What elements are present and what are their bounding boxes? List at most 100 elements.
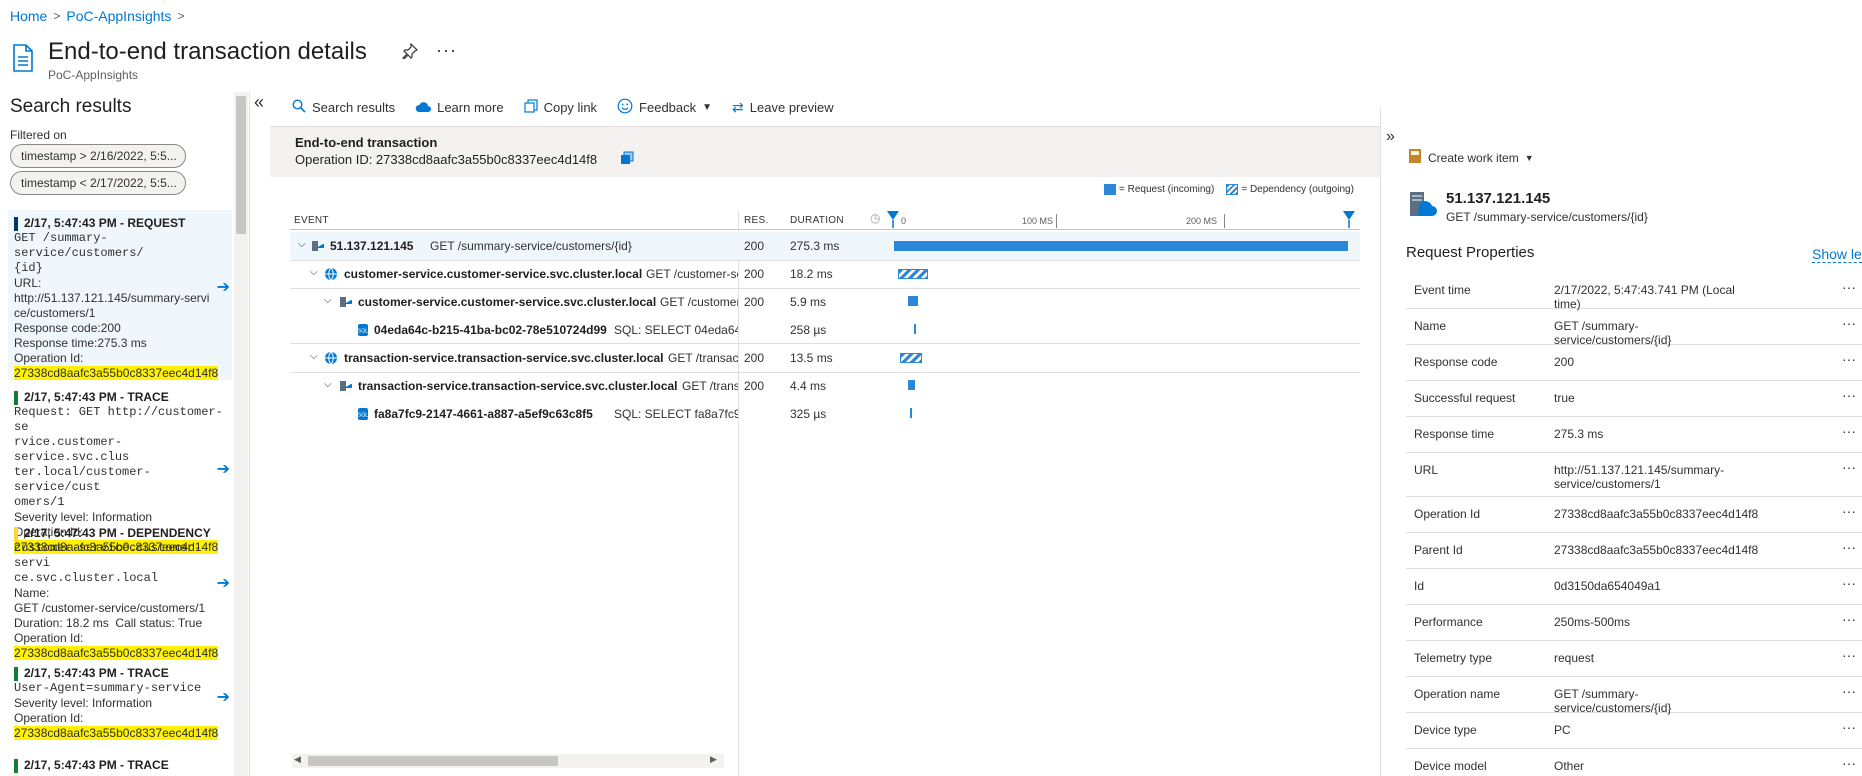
property-key: Device type (1414, 723, 1477, 737)
transaction-row[interactable]: SQL fa8a7fc9-2147-4661-a887-a5ef9c63c8f5… (290, 400, 1360, 428)
chevron-down-icon[interactable]: ⌵ (310, 351, 318, 362)
cloud-icon (415, 100, 432, 116)
learn-more-label: Learn more (437, 100, 504, 115)
more-icon[interactable]: ··· (1842, 539, 1856, 555)
left-panel-title: Search results (10, 96, 132, 117)
more-options-button[interactable]: ··· (436, 40, 457, 61)
arrow-right-icon[interactable]: ➔ (217, 690, 230, 706)
create-work-item-label: Create work item (1428, 150, 1519, 165)
breadcrumb-resource[interactable]: PoC-AppInsights (66, 8, 171, 24)
horizontal-scrollbar-thumb[interactable] (308, 756, 558, 766)
property-key: URL (1414, 463, 1439, 477)
result-text: ter.local/customer-service/cust (14, 465, 151, 494)
timeline-bar[interactable] (910, 408, 912, 418)
timeline-start-marker[interactable] (886, 210, 900, 231)
expand-right-icon[interactable]: » (1386, 128, 1395, 146)
filter-pill[interactable]: timestamp > 2/16/2022, 5:5... (10, 144, 186, 168)
result-item[interactable]: 2/17, 5:47:43 PM - REQUEST GET /summary-… (8, 210, 232, 380)
pin-icon[interactable] (402, 42, 419, 64)
timeline-end-marker[interactable] (1342, 210, 1356, 231)
timeline-bar[interactable] (900, 353, 922, 363)
result-header: 2/17, 5:47:43 PM - TRACE (14, 758, 226, 773)
copy-icon[interactable] (620, 151, 634, 168)
chevron-down-icon[interactable]: ⌵ (324, 379, 332, 390)
result-value: 275.3 ms (97, 336, 147, 350)
more-icon[interactable]: ··· (1842, 503, 1856, 519)
property-value: 0d3150da654049a1 (1554, 579, 1661, 593)
more-icon[interactable]: ··· (1842, 459, 1856, 475)
copy-link-button[interactable]: Copy link (523, 98, 597, 117)
result-header: 2/17, 5:47:43 PM - DEPENDENCY (14, 526, 226, 541)
row-duration: 258 µs (790, 323, 827, 337)
property-value: 2/17/2022, 5:47:43.741 PM (Local time) (1554, 283, 1735, 311)
scroll-right-icon[interactable]: ▶ (710, 754, 717, 765)
result-item[interactable]: 2/17, 5:47:43 PM - TRACE (8, 752, 232, 776)
timeline-bar[interactable] (908, 380, 915, 390)
result-item[interactable]: 2/17, 5:47:43 PM - TRACE Request: GET ht… (8, 384, 232, 554)
result-label: Name: (14, 586, 50, 600)
property-value: 275.3 ms (1554, 427, 1604, 441)
more-icon[interactable]: ··· (1842, 423, 1856, 439)
more-icon[interactable]: ··· (1842, 387, 1856, 403)
type-marker (14, 526, 18, 541)
result-item[interactable]: 2/17, 5:47:43 PM - TRACE User-Agent=summ… (8, 660, 232, 746)
result-text: {id} (14, 261, 43, 275)
transaction-row[interactable]: ⌵ transaction-service.transaction-servic… (290, 372, 1360, 400)
transaction-row[interactable]: ⌵ customer-service.customer-service.svc.… (290, 288, 1360, 316)
more-icon[interactable]: ··· (1842, 351, 1856, 367)
result-label: Response time: (14, 336, 98, 350)
chevron-right-icon: > (177, 9, 185, 23)
learn-more-button[interactable]: Learn more (415, 98, 504, 117)
transaction-title: End-to-end transaction (295, 135, 438, 150)
row-detail: GET /transacti (668, 351, 738, 365)
arrow-right-icon[interactable]: ➔ (217, 280, 230, 296)
arrow-right-icon[interactable]: ➔ (217, 462, 230, 478)
property-row: Successful request true ··· (1406, 381, 1862, 417)
transaction-row[interactable]: ⌵ transaction-service.transaction-servic… (290, 344, 1360, 372)
result-text: omers/1 (14, 495, 65, 509)
row-detail: GET /customer-se (646, 267, 738, 281)
property-value: 250ms-500ms (1554, 615, 1631, 629)
divider (1380, 108, 1381, 776)
transaction-row[interactable]: ⌵ customer-service.customer-service.svc.… (290, 260, 1360, 288)
property-row: Id 0d3150da654049a1 ··· (1406, 569, 1862, 605)
collapse-left-icon[interactable]: « (254, 92, 264, 113)
legend-swatch (1226, 184, 1239, 195)
feedback-button[interactable]: Feedback ▼ (617, 98, 712, 117)
chevron-down-icon[interactable]: ⌵ (310, 267, 318, 278)
show-less-link[interactable]: Show le (1812, 246, 1862, 263)
more-icon[interactable]: ··· (1842, 315, 1856, 331)
svg-text:SQL: SQL (358, 413, 368, 419)
row-name: 51.137.121.145 (330, 239, 414, 253)
more-icon[interactable]: ··· (1842, 611, 1856, 627)
timeline-bar[interactable] (908, 296, 918, 306)
more-icon[interactable]: ··· (1842, 683, 1856, 699)
timeline-bar[interactable] (914, 324, 916, 334)
transaction-row[interactable]: ⌵ 51.137.121.145 GET /summary-service/cu… (290, 232, 1360, 260)
filter-pill[interactable]: timestamp < 2/17/2022, 5:5... (10, 171, 186, 195)
scroll-left-icon[interactable]: ◀ (294, 754, 301, 765)
page-title: End-to-end transaction details (48, 38, 367, 65)
result-item[interactable]: 2/17, 5:47:43 PM - DEPENDENCY customer-s… (8, 520, 232, 660)
divider (290, 229, 1360, 230)
leave-preview-label: Leave preview (749, 100, 834, 115)
property-row: Telemetry type request ··· (1406, 641, 1862, 677)
transaction-row[interactable]: SQL 04eda64c-b215-41ba-bc02-78e510724d99… (290, 316, 1360, 344)
create-work-item-button[interactable]: Create work item ▼ (1408, 148, 1534, 167)
more-icon[interactable]: ··· (1842, 279, 1856, 295)
arrow-right-icon[interactable]: ➔ (217, 576, 230, 592)
work-item-icon (1408, 148, 1422, 167)
breadcrumb-home[interactable]: Home (10, 8, 47, 24)
timeline-bar[interactable] (894, 241, 1348, 251)
left-scrollbar-thumb[interactable] (236, 96, 246, 234)
chevron-down-icon[interactable]: ⌵ (324, 295, 332, 306)
more-icon[interactable]: ··· (1842, 719, 1856, 735)
leave-preview-button[interactable]: ⇄ Leave preview (732, 98, 834, 117)
search-results-button[interactable]: Search results (292, 98, 395, 117)
more-icon[interactable]: ··· (1842, 755, 1856, 771)
more-icon[interactable]: ··· (1842, 575, 1856, 591)
property-key: Operation Id (1414, 507, 1481, 521)
timeline-bar[interactable] (898, 269, 928, 279)
chevron-down-icon[interactable]: ⌵ (298, 239, 306, 250)
more-icon[interactable]: ··· (1842, 647, 1856, 663)
